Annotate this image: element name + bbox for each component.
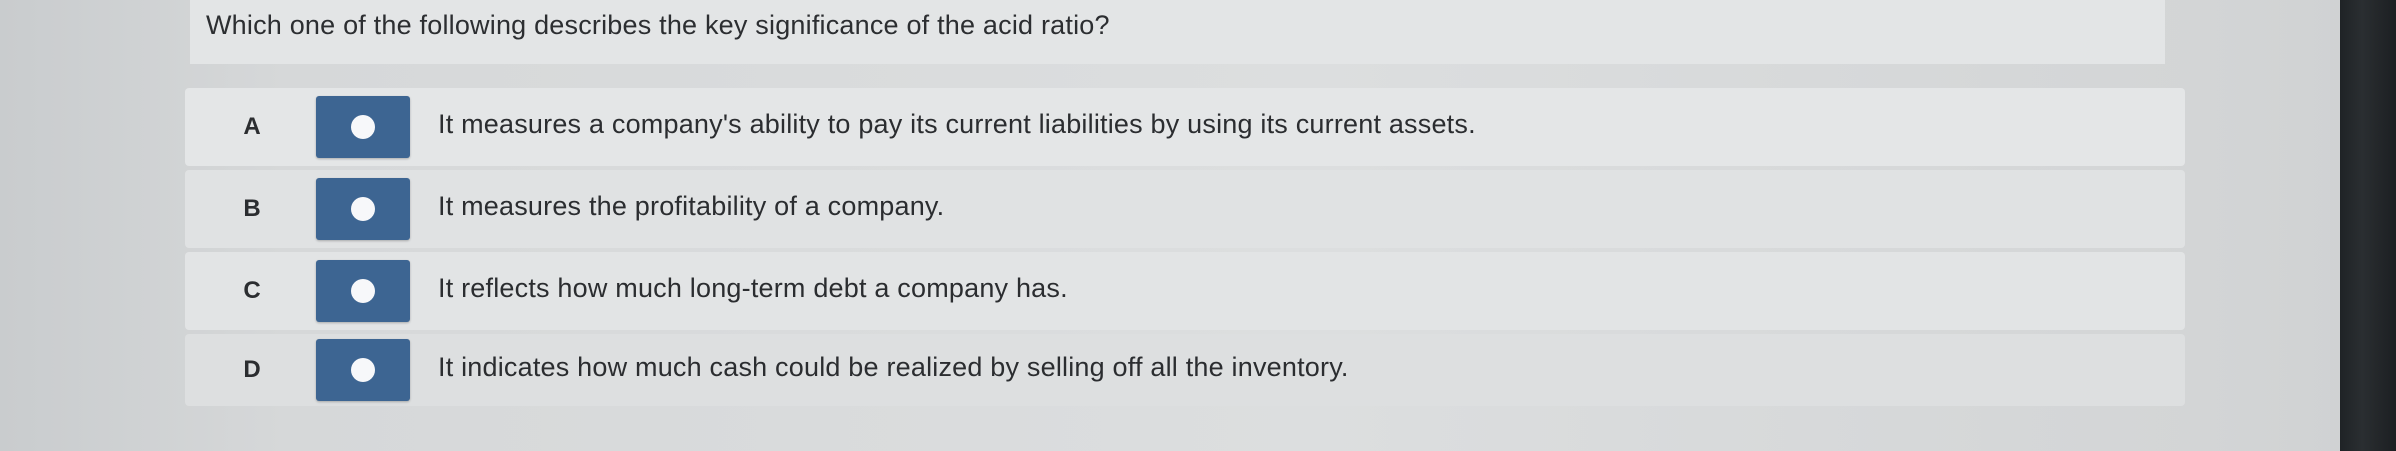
question-text: Which one of the following describes the… bbox=[206, 10, 1110, 40]
radio-dot-icon bbox=[351, 197, 375, 221]
option-text: It measures the profitability of a compa… bbox=[438, 191, 945, 222]
radio-dot-icon bbox=[351, 279, 375, 303]
option-letter: A bbox=[243, 113, 261, 140]
screen-bezel bbox=[2340, 0, 2396, 451]
option-row-a[interactable]: A It measures a company's ability to pay… bbox=[185, 88, 2185, 166]
option-letter: D bbox=[243, 356, 261, 383]
radio-button-a[interactable] bbox=[316, 96, 410, 158]
option-row-d[interactable]: D It indicates how much cash could be re… bbox=[185, 334, 2185, 406]
radio-dot-icon bbox=[351, 358, 375, 382]
radio-button-c[interactable] bbox=[316, 260, 410, 322]
option-text: It reflects how much long-term debt a co… bbox=[438, 273, 1068, 304]
option-text: It measures a company's ability to pay i… bbox=[438, 109, 1476, 140]
option-row-b[interactable]: B It measures the profitability of a com… bbox=[185, 170, 2185, 248]
option-row-c[interactable]: C It reflects how much long-term debt a … bbox=[185, 252, 2185, 330]
radio-dot-icon bbox=[351, 115, 375, 139]
option-letter: B bbox=[243, 195, 261, 222]
option-letter: C bbox=[243, 277, 261, 304]
radio-button-b[interactable] bbox=[316, 178, 410, 240]
option-text: It indicates how much cash could be real… bbox=[438, 352, 1349, 383]
options-list: A It measures a company's ability to pay… bbox=[185, 88, 2185, 410]
radio-button-d[interactable] bbox=[316, 339, 410, 401]
